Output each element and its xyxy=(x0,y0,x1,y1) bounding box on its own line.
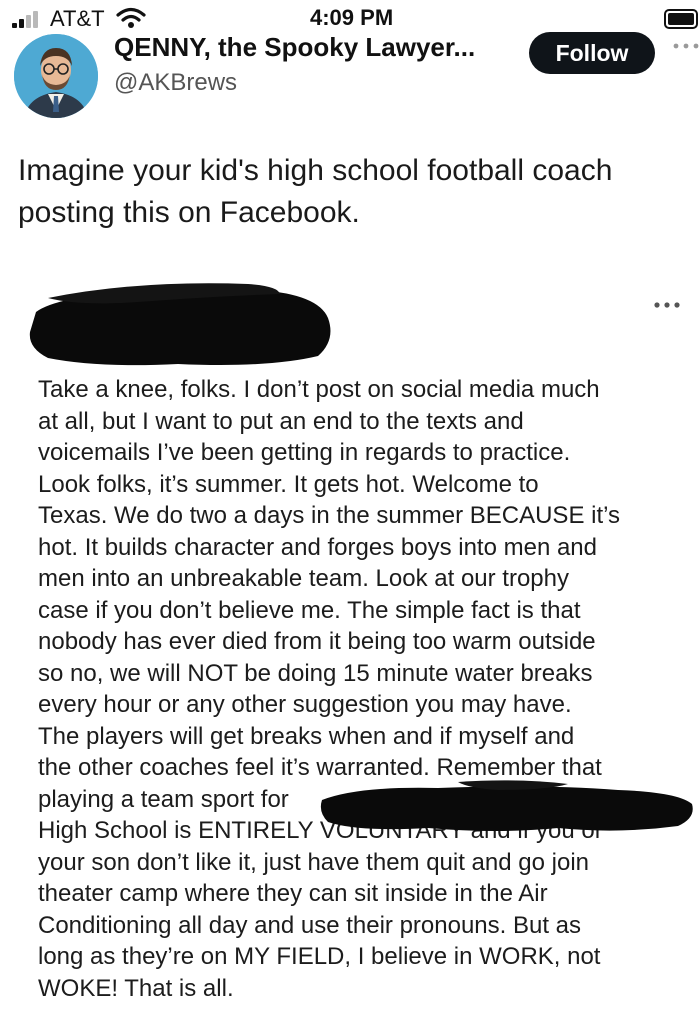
signal-bars-icon xyxy=(12,10,44,28)
post-line: men into an unbreakable team. Look at ou… xyxy=(38,565,569,592)
post-line: Look folks, it’s summer. It gets hot. We… xyxy=(38,470,539,498)
post-line: your son don’t like it, just have them q… xyxy=(38,848,589,876)
post-options-icon[interactable] xyxy=(652,300,682,310)
avatar-portrait-icon xyxy=(14,34,98,118)
post-line: theater camp where they can sit inside i… xyxy=(38,880,548,907)
status-bar: AT&T 4:09 PM xyxy=(0,0,700,36)
tweet-text: Imagine your kid's high school football … xyxy=(18,154,613,229)
redacted-school-name xyxy=(320,780,693,831)
post-line: Conditioning all day and use their prono… xyxy=(38,911,582,939)
redacted-author-name xyxy=(29,283,331,366)
post-line: hot. It builds character and forges boys… xyxy=(38,533,597,561)
post-line: WOKE! That is all. xyxy=(38,974,234,1002)
post-line: every hour or any other suggestion you m… xyxy=(38,691,572,718)
display-name[interactable]: QENNY, the Spooky Lawyer... xyxy=(114,32,475,63)
status-time: 4:09 PM xyxy=(310,5,394,30)
wifi-icon xyxy=(116,7,146,28)
post-line: voicemails I’ve been getting in regards … xyxy=(38,439,571,466)
post-line: Take a knee, folks. I don’t post on soci… xyxy=(38,376,600,403)
follow-button[interactable]: Follow xyxy=(529,32,655,74)
battery-icon xyxy=(664,9,698,29)
post-line: nobody has ever died from it being too w… xyxy=(38,628,596,655)
post-line: at all, but I want to put an end to the … xyxy=(38,407,524,435)
post-line: long as they’re on MY FIELD, I believe i… xyxy=(38,943,601,970)
post-line: so no, we will NOT be doing 15 minute wa… xyxy=(38,659,593,687)
facebook-post-text: Take a knee, folks. I don’t post on soci… xyxy=(38,374,688,1004)
carrier-name: AT&T xyxy=(50,6,105,31)
more-options-icon[interactable] xyxy=(672,40,700,52)
post-line: case if you don’t believe me. The simple… xyxy=(38,596,581,624)
user-handle[interactable]: @AKBrews xyxy=(114,69,237,97)
post-line: Texas. We do two a days in the summer BE… xyxy=(38,502,621,529)
post-line: The players will get breaks when and if … xyxy=(38,722,575,750)
avatar[interactable] xyxy=(14,34,98,118)
